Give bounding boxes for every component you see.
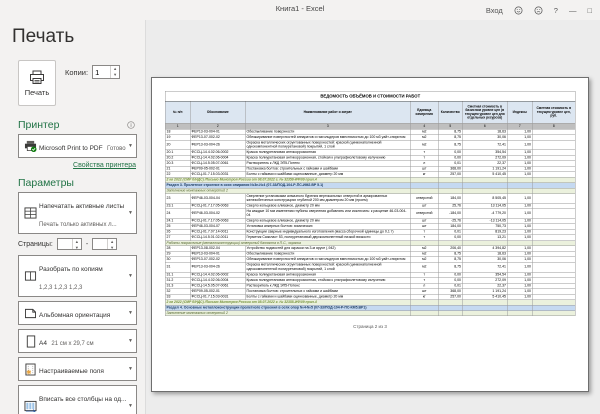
printer-heading: Принтер xyxy=(18,119,59,131)
copies-label: Копии: xyxy=(65,68,88,77)
maximize-icon[interactable]: □ xyxy=(587,6,592,15)
minimize-icon[interactable]: — xyxy=(569,6,577,15)
print-what-sub: Печать только активных л... xyxy=(39,222,117,228)
subhead-row: Заполнение монтажных отверстий 2 xyxy=(165,311,575,316)
chevron-down-icon: ▼ xyxy=(128,338,133,344)
worksheet-table: ВЕДОМОСТЬ ОБЪЁМОВ И СТОИМОСТИ РАБОТ№ п/п… xyxy=(165,91,576,316)
chevron-down-icon: ▼ xyxy=(128,403,133,409)
copies-down-icon[interactable]: ▼ xyxy=(111,72,119,78)
pages-from-input[interactable] xyxy=(58,239,72,249)
info-icon[interactable] xyxy=(127,121,135,129)
frown-icon[interactable] xyxy=(534,6,543,15)
chevron-down-icon: ▼ xyxy=(128,143,133,149)
scaling-value: Вписать все столбцы на од... xyxy=(39,396,126,403)
paper-size-sub: 21 см x 29,7 см xyxy=(51,341,93,347)
chevron-down-icon: ▼ xyxy=(128,210,133,216)
chevron-down-icon: ▼ xyxy=(128,273,133,279)
collation-select[interactable]: Разобрать по копиям 1,2,3 1,2,3 1,2,3 ▼ xyxy=(18,255,137,297)
smile-icon[interactable] xyxy=(514,6,523,15)
printer-name: Microsoft Print to PDF xyxy=(39,145,103,152)
paper-size-icon xyxy=(26,335,36,348)
printer-properties-link[interactable]: Свойства принтера xyxy=(0,162,136,169)
pages-to-stepper[interactable]: ▲▼ xyxy=(92,238,117,250)
chevron-down-icon: ▼ xyxy=(128,310,133,316)
print-what-value: Напечатать активные листы xyxy=(39,203,124,210)
svg-text:✱: ✱ xyxy=(26,369,31,375)
copies-stepper[interactable]: ▲▼ xyxy=(92,65,120,79)
pages-range-dash: - xyxy=(86,241,88,248)
margins-icon: ✱ xyxy=(25,363,36,376)
sign-in-button[interactable]: Вход xyxy=(486,6,503,15)
print-preview-page: ВЕДОМОСТЬ ОБЪЁМОВ И СТОИМОСТИ РАБОТ№ п/п… xyxy=(151,77,589,392)
print-preview-area: ВЕДОМОСТЬ ОБЪЁМОВ И СТОИМОСТИ РАБОТ№ п/п… xyxy=(145,20,600,414)
worksheet-table-body: ВЕДОМОСТЬ ОБЪЁМОВ И СТОИМОСТИ РАБОТ№ п/п… xyxy=(165,91,575,316)
orientation-select[interactable]: Альбомная ориентация ▼ xyxy=(18,301,137,325)
printer-select[interactable]: Microsoft Print to PDF Готово ▼ xyxy=(18,134,137,158)
margins-value: Настраиваемые поля xyxy=(39,368,104,375)
pages-label: Страницы: xyxy=(18,241,53,248)
collation-sub: 1,2,3 1,2,3 1,2,3 xyxy=(39,285,82,291)
pages-to-input[interactable] xyxy=(93,239,107,249)
pages-from-down-icon[interactable]: ▼ xyxy=(73,245,81,251)
orientation-icon xyxy=(24,308,37,319)
doc-title: ВЕДОМОСТЬ ОБЪЁМОВ И СТОИМОСТИ РАБОТ xyxy=(165,91,575,101)
table-row: 20ФЕР13-03-004-26Окраска металлических о… xyxy=(165,140,575,150)
print-button-label: Печать xyxy=(25,88,50,97)
orientation-value: Альбомная ориентация xyxy=(39,312,110,319)
printer-icon xyxy=(29,70,45,85)
settings-heading: Параметры xyxy=(18,177,74,189)
collation-value: Разобрать по копиям xyxy=(39,266,103,273)
copies-input[interactable] xyxy=(93,66,110,78)
print-button[interactable]: Печать xyxy=(18,60,56,106)
collate-icon xyxy=(24,270,37,282)
table-row: 23ФЕР46-03-004-04Сверление установками а… xyxy=(165,194,575,204)
print-backstage-panel: Печать Печать Копии: ▲▼ Принтер xyxy=(0,20,145,414)
doc-title-row: ВЕДОМОСТЬ ОБЪЁМОВ И СТОИМОСТИ РАБОТ xyxy=(165,91,575,101)
margins-select[interactable]: ✱ Настраиваемые поля ▼ xyxy=(18,357,137,381)
table-row: 31ФЕР13-03-004-26Окраска металлических о… xyxy=(165,262,575,272)
column-header-row: № п/пОбоснованиеНаименование работ и зат… xyxy=(165,101,575,123)
paper-size-select[interactable]: A4 21 см x 29,7 см ▼ xyxy=(18,329,137,353)
pages-to-down-icon[interactable]: ▼ xyxy=(108,245,116,251)
paper-size-value: A4 xyxy=(39,340,47,347)
pages-from-stepper[interactable]: ▲▼ xyxy=(57,238,82,250)
page-number-footer: Страница 2 из 3 xyxy=(165,324,575,329)
scaling-icon xyxy=(24,400,37,412)
help-icon[interactable]: ? xyxy=(554,6,558,15)
titlebar: Книга1 - Excel Вход ? — □ xyxy=(0,0,600,20)
printer-status: Готово xyxy=(107,146,126,152)
scaling-select[interactable]: Вписать все столбцы на од... Уменьшение … xyxy=(18,385,137,414)
table-row: 24ФЕР46-03-004-02На каждые 10 мм изменен… xyxy=(165,209,575,219)
print-what-select[interactable]: Напечатать активные листы Печать только … xyxy=(18,192,137,234)
chevron-down-icon: ▼ xyxy=(128,366,133,372)
printer-device-icon xyxy=(24,140,37,152)
print-active-sheets-icon xyxy=(24,207,37,219)
page-title: Печать xyxy=(12,26,145,48)
